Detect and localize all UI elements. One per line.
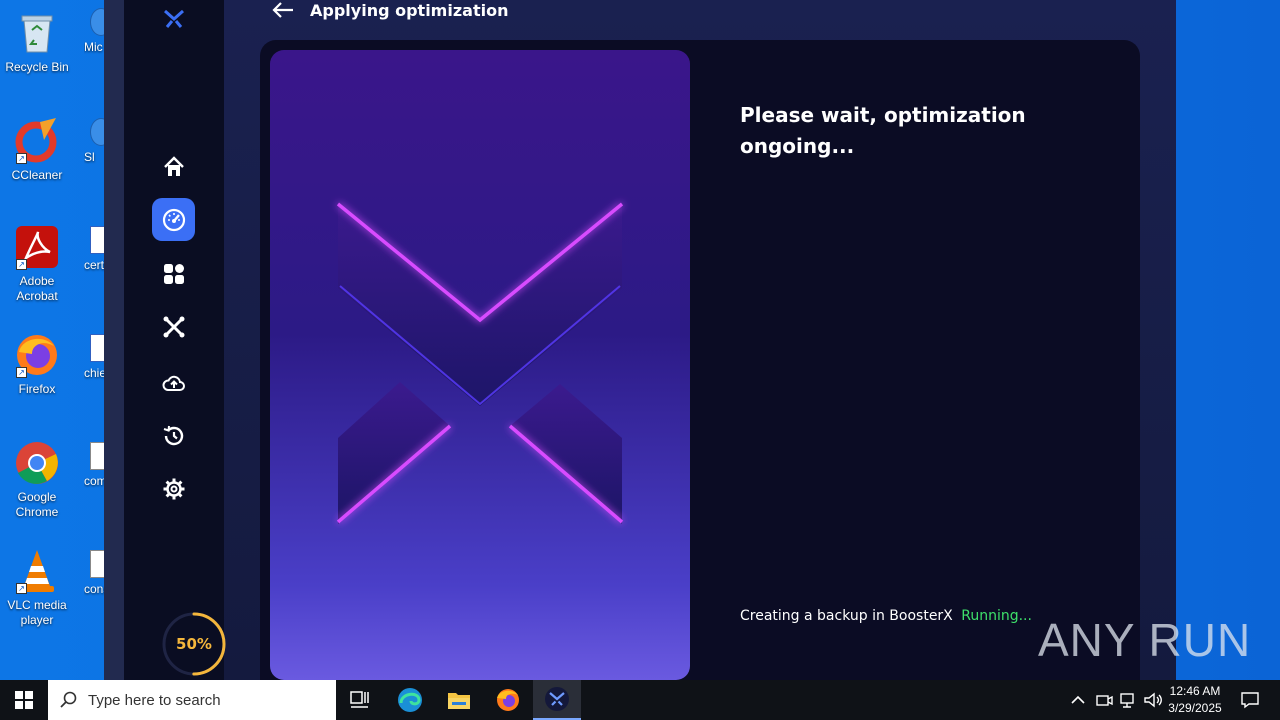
- folder-icon: [448, 693, 470, 709]
- system-tray: [1068, 680, 1164, 720]
- sidebar-item-apps[interactable]: [152, 252, 195, 295]
- desktop-icon-label: Firefox: [18, 382, 56, 396]
- task-status-text: Creating a backup in BoosterX: [740, 608, 953, 624]
- taskbar-boosterx[interactable]: [533, 680, 581, 720]
- settings-gear-icon: [163, 478, 184, 499]
- boosterx-logo-icon: [164, 9, 184, 28]
- sidebar-item-tools[interactable]: [152, 305, 195, 348]
- history-icon: [163, 425, 183, 445]
- taskbar-firefox[interactable]: [484, 680, 532, 720]
- notifications-button[interactable]: [1226, 680, 1274, 720]
- shortcut-arrow-icon: ↗: [16, 153, 27, 164]
- page-title: Applying optimization: [310, 0, 509, 20]
- taskbar-edge[interactable]: [386, 680, 434, 720]
- search-icon: [60, 691, 77, 708]
- edge-icon: [398, 688, 422, 712]
- page-header: Applying optimization: [272, 0, 508, 20]
- desktop-icon-ccleaner[interactable]: ↗ CCleaner: [0, 118, 74, 183]
- task-status-state: Running...: [961, 608, 1032, 624]
- sidebar-item-settings[interactable]: [152, 467, 195, 510]
- desktop-icon-label: Google Chrome: [15, 490, 59, 519]
- boosterx-app-icon: [545, 687, 569, 711]
- sidebar: 50%: [124, 0, 226, 680]
- progress-percent: 50%: [176, 635, 212, 653]
- chevron-up-icon[interactable]: [1068, 690, 1088, 710]
- google-chrome-icon: [14, 440, 60, 486]
- tools-icon: [163, 316, 184, 337]
- desktop-icon-firefox[interactable]: ↗ Firefox: [0, 332, 74, 397]
- firefox-icon: [497, 689, 519, 711]
- desktop-icon-label: Adobe Acrobat: [16, 274, 58, 303]
- adobe-acrobat-icon: ↗: [14, 224, 60, 270]
- status-message: Please wait, optimization ongoing...: [740, 103, 1026, 158]
- optimization-panel: Please wait, optimization ongoing... Cre…: [260, 40, 1140, 680]
- cloud-upload-icon: [162, 375, 185, 391]
- desktop-icon-label: CCleaner: [11, 168, 63, 182]
- desktop-icon-vlc[interactable]: ↗ VLC media player: [0, 548, 74, 628]
- taskbar-clock[interactable]: 12:46 AM 3/29/2025: [1160, 683, 1230, 717]
- apps-grid-icon: [163, 263, 184, 284]
- firefox-icon: ↗: [14, 332, 60, 378]
- meet-now-icon[interactable]: [1094, 690, 1114, 710]
- ccleaner-icon: ↗: [14, 118, 60, 164]
- sidebar-item-home[interactable]: [152, 145, 195, 188]
- windows-logo-icon: [15, 691, 33, 709]
- shortcut-arrow-icon: ↗: [16, 259, 27, 270]
- taskbar-file-explorer[interactable]: [435, 680, 483, 720]
- notification-icon: [1241, 692, 1259, 709]
- watermark-text: ANY RUN: [1038, 614, 1252, 666]
- recycle-bin-icon: [14, 10, 60, 56]
- boosterx-artwork: [270, 50, 690, 680]
- clock-time: 12:46 AM: [1169, 684, 1221, 698]
- back-arrow-icon[interactable]: [272, 1, 294, 19]
- window-edge: [104, 0, 124, 680]
- anyrun-watermark: ANY RUN: [1038, 608, 1251, 672]
- taskbar: Type here to search 12:46 AM 3/29/2025: [0, 680, 1280, 720]
- search-placeholder: Type here to search: [88, 691, 221, 709]
- shortcut-arrow-icon: ↗: [16, 583, 27, 594]
- desktop-icon-google-chrome[interactable]: Google Chrome: [0, 440, 74, 520]
- speedometer-icon: [162, 208, 185, 231]
- network-icon[interactable]: [1118, 690, 1138, 710]
- sidebar-item-cloud-backup[interactable]: [152, 361, 195, 404]
- task-status: Creating a backup in BoosterX Running...: [740, 608, 1032, 624]
- desktop-icon-recycle-bin[interactable]: Recycle Bin: [0, 10, 74, 75]
- desktop-icon-adobe-acrobat[interactable]: ↗ Adobe Acrobat: [0, 224, 74, 304]
- boosterx-neon-logo-icon: [336, 202, 624, 524]
- task-view-button[interactable]: [336, 680, 384, 720]
- shortcut-arrow-icon: ↗: [16, 367, 27, 378]
- clock-date: 3/29/2025: [1168, 701, 1222, 715]
- desktop-icon-label: VLC media player: [7, 598, 67, 627]
- start-button[interactable]: [0, 680, 48, 720]
- desktop-icon-label: Recycle Bin: [5, 60, 69, 74]
- vlc-cone-icon: ↗: [14, 548, 60, 594]
- sidebar-item-history[interactable]: [152, 414, 195, 457]
- boosterx-window: 50% Applying optimization Please wait, o…: [104, 0, 1176, 680]
- taskbar-search-box[interactable]: Type here to search: [48, 680, 336, 720]
- task-view-icon: [350, 691, 369, 708]
- home-icon: [163, 155, 184, 176]
- sidebar-item-optimize[interactable]: [152, 198, 195, 241]
